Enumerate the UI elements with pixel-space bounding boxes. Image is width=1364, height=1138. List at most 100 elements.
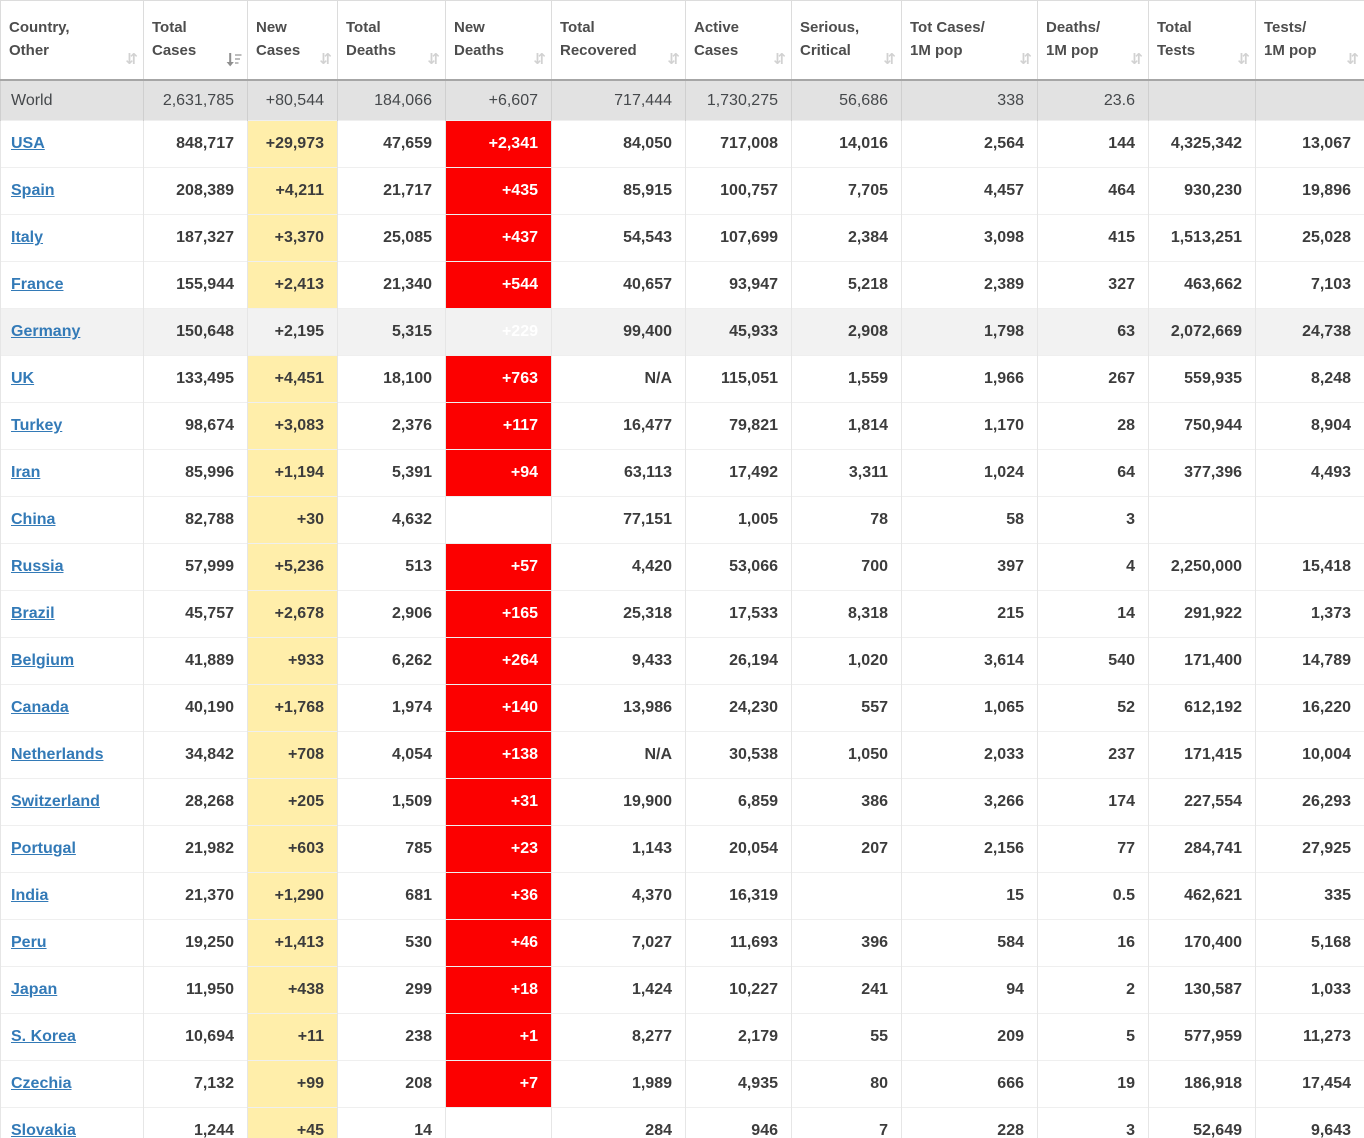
country-link[interactable]: Portugal — [11, 840, 76, 857]
country-cell: Brazil — [1, 591, 144, 638]
total-tests-cell: 284,741 — [1149, 826, 1256, 873]
country-link[interactable]: Netherlands — [11, 746, 103, 763]
country-link[interactable]: Slovakia — [11, 1122, 76, 1138]
col-header-new-deaths[interactable]: New Deaths ⇵ — [446, 1, 552, 81]
country-link[interactable]: Russia — [11, 558, 63, 575]
country-cell: Spain — [1, 168, 144, 215]
tests-per-1m-cell: 26,293 — [1256, 779, 1364, 826]
col-header-total-tests[interactable]: Total Tests ⇵ — [1149, 1, 1256, 81]
country-link[interactable]: Brazil — [11, 605, 55, 622]
table-row: Iran 85,996 +1,194 5,391 +94 63,113 17,4… — [1, 450, 1364, 497]
sort-icon[interactable]: ⇵ — [533, 52, 546, 67]
col-header-tests-per-1m[interactable]: Tests/ 1M pop ⇵ — [1256, 1, 1364, 81]
country-link[interactable]: Turkey — [11, 417, 62, 434]
col-header-cases-per-1m[interactable]: Tot Cases/ 1M pop ⇵ — [902, 1, 1038, 81]
sort-icon[interactable]: ⇵ — [773, 52, 786, 67]
country-link[interactable]: Spain — [11, 182, 55, 199]
deaths-per-1m-cell: 267 — [1038, 356, 1149, 403]
tests-per-1m-cell: 25,028 — [1256, 215, 1364, 262]
active-cases-cell: 2,179 — [686, 1014, 792, 1061]
total-recovered-cell: 1,143 — [552, 826, 686, 873]
total-tests-cell: 377,396 — [1149, 450, 1256, 497]
col-label-country: Country, Other — [9, 16, 70, 63]
col-label-active-cases: Active Cases — [694, 16, 739, 63]
country-link[interactable]: China — [11, 511, 55, 528]
col-header-country[interactable]: Country, Other ⇵ — [1, 1, 144, 81]
col-header-new-cases[interactable]: New Cases ⇵ — [248, 1, 338, 81]
sort-icon[interactable]: ⇵ — [883, 52, 896, 67]
sort-desc-icon[interactable] — [226, 52, 242, 67]
serious-critical-cell: 7,705 — [792, 168, 902, 215]
total-recovered-cell: 85,915 — [552, 168, 686, 215]
cases-per-1m-cell: 15 — [902, 873, 1038, 920]
total-deaths-cell: 513 — [338, 544, 446, 591]
col-header-total-deaths[interactable]: Total Deaths ⇵ — [338, 1, 446, 81]
total-cases-cell: 11,950 — [144, 967, 248, 1014]
col-header-serious-critical[interactable]: Serious, Critical ⇵ — [792, 1, 902, 81]
country-cell: Belgium — [1, 638, 144, 685]
total-tests-cell: 52,649 — [1149, 1108, 1256, 1138]
country-link[interactable]: UK — [11, 370, 34, 387]
country-link[interactable]: Belgium — [11, 652, 74, 669]
total-cases-cell: 150,648 — [144, 309, 248, 356]
new-cases-cell: +99 — [248, 1061, 338, 1108]
table-row: Germany 150,648 +2,195 5,315 +229 99,400… — [1, 309, 1364, 356]
new-cases-cell: +603 — [248, 826, 338, 873]
total-tests-cell: 750,944 — [1149, 403, 1256, 450]
sort-icon[interactable]: ⇵ — [125, 52, 138, 67]
active-cases-cell: 53,066 — [686, 544, 792, 591]
total-recovered-cell: 4,370 — [552, 873, 686, 920]
country-link[interactable]: Czechia — [11, 1075, 71, 1092]
country-link[interactable]: Switzerland — [11, 793, 100, 810]
serious-critical-cell: 386 — [792, 779, 902, 826]
country-link[interactable]: Canada — [11, 699, 69, 716]
active-cases-cell: 717,008 — [686, 121, 792, 168]
tests-per-1m-cell: 24,738 — [1256, 309, 1364, 356]
col-label-total-tests: Total Tests — [1157, 16, 1195, 63]
total-recovered-cell: 284 — [552, 1108, 686, 1138]
sort-icon[interactable]: ⇵ — [1130, 52, 1143, 67]
col-header-total-recovered[interactable]: Total Recovered ⇵ — [552, 1, 686, 81]
col-header-total-cases[interactable]: Total Cases — [144, 1, 248, 81]
country-link[interactable]: Japan — [11, 981, 57, 998]
tests-per-1m-cell: 27,925 — [1256, 826, 1364, 873]
country-link[interactable]: Germany — [11, 323, 80, 340]
table-header-row: Country, Other ⇵ Total Cases — [1, 1, 1364, 81]
country-link[interactable]: Iran — [11, 464, 40, 481]
active-cases-cell: 17,533 — [686, 591, 792, 638]
country-cell: Switzerland — [1, 779, 144, 826]
total-cases-cell: 82,788 — [144, 497, 248, 544]
new-cases-cell: +2,195 — [248, 309, 338, 356]
serious-critical-cell: 557 — [792, 685, 902, 732]
sort-icon[interactable]: ⇵ — [319, 52, 332, 67]
table-row: Portugal 21,982 +603 785 +23 1,143 20,05… — [1, 826, 1364, 873]
total-tests-cell: 171,400 — [1149, 638, 1256, 685]
country-link[interactable]: USA — [11, 135, 45, 152]
country-link[interactable]: S. Korea — [11, 1028, 76, 1045]
country-link[interactable]: France — [11, 276, 63, 293]
active-cases-cell: 4,935 — [686, 1061, 792, 1108]
sort-icon[interactable]: ⇵ — [1237, 52, 1250, 67]
sort-icon[interactable]: ⇵ — [1019, 52, 1032, 67]
serious-critical-cell: 2,384 — [792, 215, 902, 262]
col-header-deaths-per-1m[interactable]: Deaths/ 1M pop ⇵ — [1038, 1, 1149, 81]
total-tests-cell: 462,621 — [1149, 873, 1256, 920]
serious-critical-cell: 8,318 — [792, 591, 902, 638]
total-deaths-cell: 785 — [338, 826, 446, 873]
new-deaths-cell: +18 — [446, 967, 552, 1014]
table-row: S. Korea 10,694 +11 238 +1 8,277 2,179 5… — [1, 1014, 1364, 1061]
tests-per-1m-cell — [1256, 497, 1364, 544]
active-cases-cell: 20,054 — [686, 826, 792, 873]
sort-icon[interactable]: ⇵ — [427, 52, 440, 67]
sort-icon[interactable]: ⇵ — [667, 52, 680, 67]
country-link[interactable]: Italy — [11, 229, 43, 246]
serious-critical-cell: 241 — [792, 967, 902, 1014]
total-cases-cell: 34,842 — [144, 732, 248, 779]
sort-icon[interactable]: ⇵ — [1346, 52, 1359, 67]
col-header-active-cases[interactable]: Active Cases ⇵ — [686, 1, 792, 81]
total-deaths-cell: 4,054 — [338, 732, 446, 779]
new-deaths-cell: +7 — [446, 1061, 552, 1108]
country-link[interactable]: Peru — [11, 934, 47, 951]
new-cases-cell: +1,768 — [248, 685, 338, 732]
country-link[interactable]: India — [11, 887, 48, 904]
